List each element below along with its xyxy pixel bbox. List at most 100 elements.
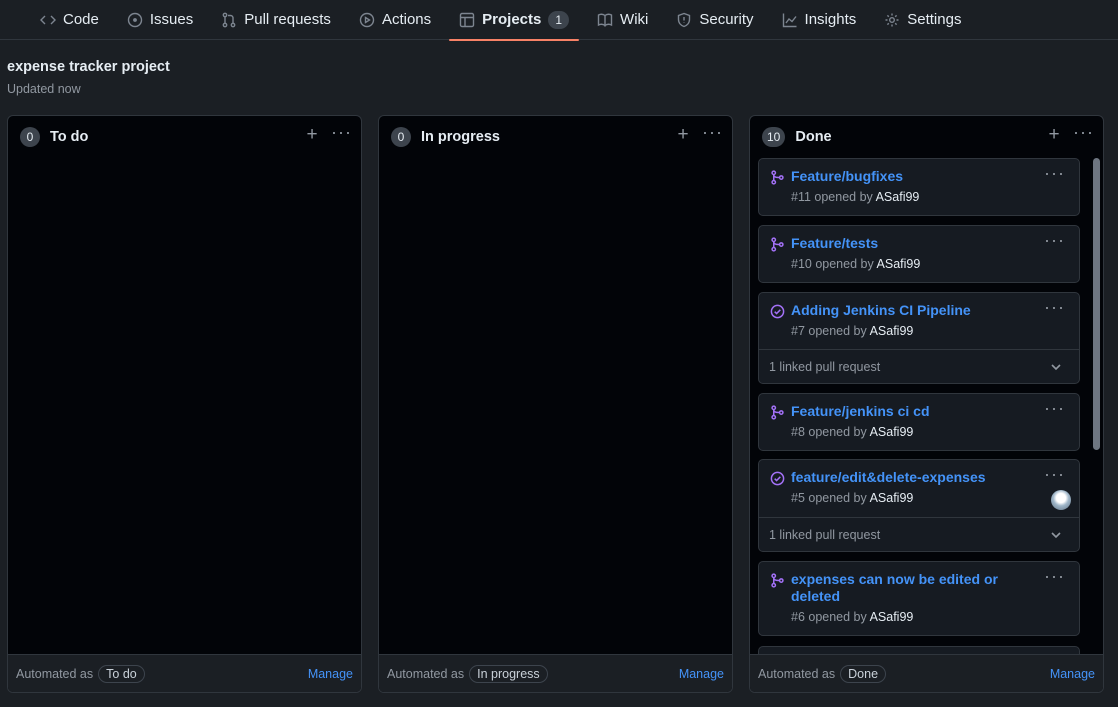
chevron-down-icon	[1051, 364, 1061, 371]
card-meta: #5 opened by ASafi99	[791, 491, 913, 505]
card-menu-button[interactable]: ···	[1044, 567, 1065, 585]
issue-closed-icon	[770, 304, 785, 319]
scrollbar-thumb[interactable]	[1093, 158, 1100, 450]
linked-pr-label: 1 linked pull request	[769, 359, 881, 374]
card-meta-text: #5 opened by	[791, 491, 867, 505]
linked-pr-label: 1 linked pull request	[769, 527, 881, 542]
card-meta: #8 opened by ASafi99	[791, 425, 913, 439]
assignee-avatar[interactable]	[1051, 490, 1071, 510]
shield-icon	[678, 12, 691, 27]
tab-actions[interactable]: Actions	[349, 0, 441, 40]
column-title: To do	[50, 129, 89, 145]
linked-pr-toggle[interactable]: 1 linked pull request	[759, 349, 1079, 383]
linked-pr-toggle[interactable]: 1 linked pull request	[759, 517, 1079, 551]
automated-label: Automated as	[16, 666, 94, 681]
card-menu-button[interactable]: ···	[1044, 465, 1065, 483]
card-author[interactable]: ASafi99	[870, 610, 914, 624]
card-author[interactable]: ASafi99	[870, 324, 914, 338]
card-title[interactable]: Feature/jenkins ci cd	[791, 403, 1031, 420]
card-meta-text: #10 opened by	[791, 257, 874, 271]
card-title[interactable]: feature/edit&delete-expenses	[791, 469, 1031, 486]
card-meta-text: #6 opened by	[791, 610, 867, 624]
card-list: Feature/bugfixes #11 opened by ASafi99 ·…	[758, 158, 1080, 656]
manage-automation-link[interactable]: Manage	[308, 667, 353, 681]
card-menu-button[interactable]: ···	[1044, 298, 1065, 316]
projects-count-badge: 1	[548, 10, 570, 29]
card-meta-text: #7 opened by	[791, 324, 867, 338]
automation-pill: Done	[840, 664, 887, 683]
column-menu-button[interactable]: ···	[702, 123, 722, 145]
column-count-badge: 0	[391, 127, 411, 147]
manage-automation-link[interactable]: Manage	[1050, 667, 1095, 681]
column-in-progress: 0 In progress + ··· Automated as In prog…	[378, 115, 733, 693]
card-issue[interactable]: Adding Jenkins CI Pipeline #7 opened by …	[758, 292, 1080, 384]
card-menu-button[interactable]: ···	[1044, 399, 1065, 417]
play-icon	[359, 12, 375, 27]
column-title: Done	[795, 129, 832, 145]
card-author[interactable]: ASafi99	[870, 491, 914, 505]
merged-pr-icon	[771, 170, 784, 185]
card-pull-request[interactable]: Feature/bugfixes #11 opened by ASafi99 ·…	[758, 158, 1080, 216]
tab-security[interactable]: Security	[666, 0, 763, 40]
automation-pill: In progress	[469, 664, 548, 683]
column-menu-button[interactable]: ···	[331, 123, 351, 145]
manage-automation-link[interactable]: Manage	[679, 667, 724, 681]
code-icon	[40, 15, 56, 24]
card-meta-text: #8 opened by	[791, 425, 867, 439]
column-menu-button[interactable]: ···	[1073, 123, 1093, 145]
column-done: 10 Done + ··· Feature/bugfixes #11 opene…	[749, 115, 1104, 693]
column-count-badge: 0	[20, 127, 40, 147]
merged-pr-icon	[771, 237, 784, 252]
automated-label: Automated as	[758, 666, 836, 681]
project-title: expense tracker project	[7, 59, 170, 75]
tab-wiki[interactable]: Wiki	[587, 0, 658, 40]
tab-label: Actions	[381, 11, 432, 28]
chevron-down-icon	[1051, 532, 1061, 539]
tab-code[interactable]: Code	[30, 0, 109, 40]
tab-projects[interactable]: Projects 1	[449, 0, 579, 41]
graph-icon	[782, 13, 797, 27]
gear-icon	[885, 13, 899, 26]
card-list-scrollbar[interactable]	[1091, 158, 1101, 656]
card-title[interactable]: Feature/bugfixes	[791, 168, 1031, 185]
merged-pr-icon	[771, 405, 784, 420]
card-title[interactable]: Adding Jenkins CI Pipeline	[791, 302, 1031, 319]
add-card-button[interactable]: +	[303, 125, 321, 146]
card-pull-request[interactable]: expenses can now be edited or deleted #6…	[758, 561, 1080, 636]
card-pull-request[interactable]: Feature/tests #10 opened by ASafi99 ···	[758, 225, 1080, 283]
tab-issues[interactable]: Issues	[117, 0, 203, 40]
tab-pull-requests[interactable]: Pull requests	[211, 0, 341, 40]
card-menu-button[interactable]: ···	[1044, 231, 1065, 249]
tab-insights[interactable]: Insights	[772, 0, 867, 40]
project-updated-status: Updated now	[7, 82, 81, 96]
repo-nav: Code Issues Pull requests Actions Projec…	[0, 0, 1118, 41]
card-author[interactable]: ASafi99	[876, 190, 920, 204]
tab-label: Wiki	[620, 11, 649, 28]
card-title[interactable]: Feature/tests	[791, 235, 1031, 252]
card-author[interactable]: ASafi99	[870, 425, 914, 439]
column-count-badge: 10	[762, 127, 786, 147]
tab-label: Projects	[482, 11, 542, 28]
tab-label: Pull requests	[244, 11, 331, 28]
tab-label: Settings	[907, 11, 962, 28]
card-meta-text: #11 opened by	[791, 190, 873, 204]
card-title[interactable]: expenses can now be edited or deleted	[791, 571, 1031, 605]
merged-pr-icon	[771, 573, 784, 588]
tab-settings[interactable]: Settings	[874, 0, 971, 40]
column-footer: Automated as In progress Manage	[379, 654, 732, 692]
card-author[interactable]: ASafi99	[877, 257, 921, 271]
column-footer: Automated as Done Manage	[750, 654, 1103, 692]
table-icon	[459, 12, 475, 27]
card-menu-button[interactable]: ···	[1044, 164, 1065, 182]
column-todo: 0 To do + ··· Automated as To do Manage	[7, 115, 362, 693]
column-title: In progress	[421, 129, 500, 145]
add-card-button[interactable]: +	[674, 125, 692, 146]
card-pull-request[interactable]: Feature/jenkins ci cd #8 opened by ASafi…	[758, 393, 1080, 451]
add-card-button[interactable]: +	[1045, 125, 1063, 146]
card-issue[interactable]: feature/edit&delete-expenses #5 opened b…	[758, 459, 1080, 552]
tab-label: Code	[63, 11, 99, 28]
tab-label: Insights	[804, 11, 857, 28]
card-meta: #6 opened by ASafi99	[791, 610, 913, 624]
pull-request-icon	[222, 12, 236, 27]
issue-icon	[127, 12, 143, 27]
